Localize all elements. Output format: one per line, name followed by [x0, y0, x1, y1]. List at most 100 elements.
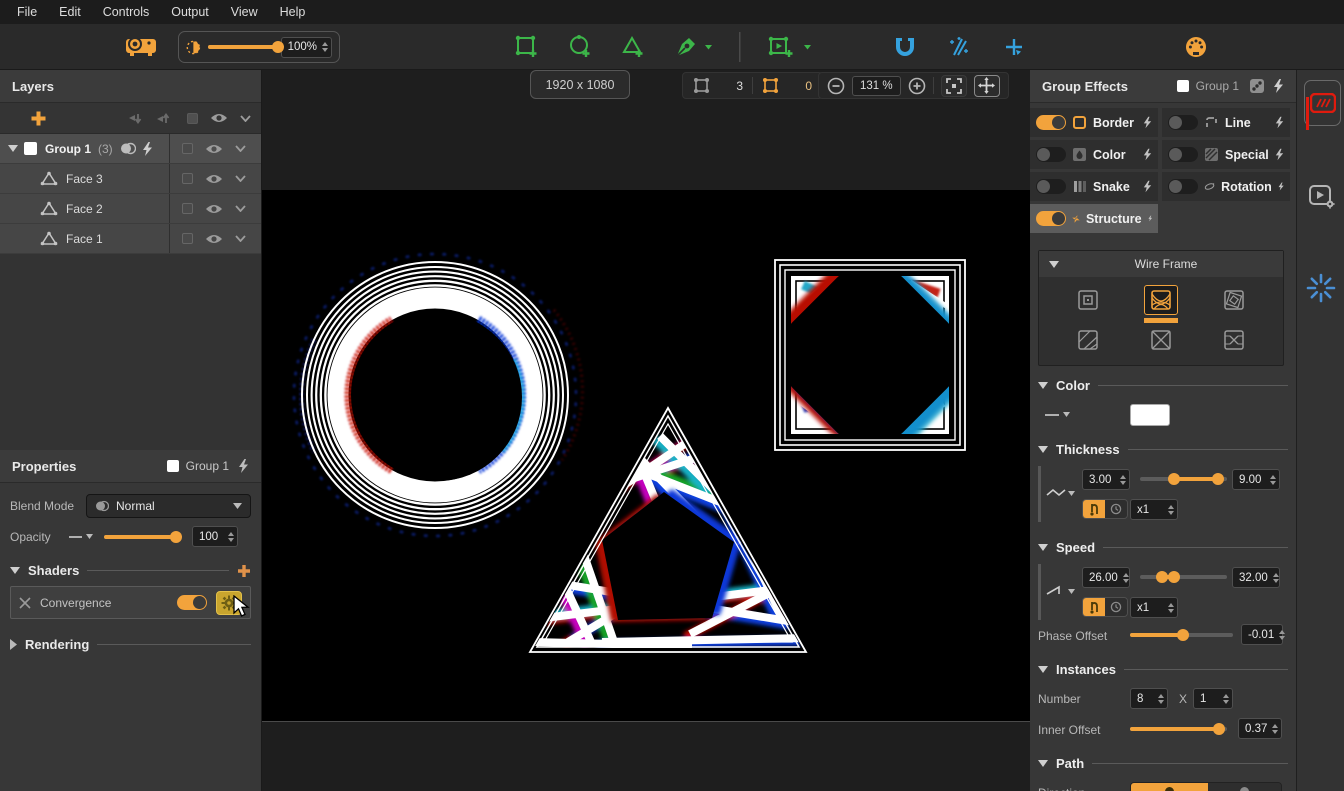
inner-offset-slider[interactable]: [1130, 722, 1227, 736]
layer-row-face1[interactable]: Face 1: [0, 224, 261, 254]
effect-row-snake[interactable]: Snake: [1030, 172, 1158, 201]
rotation-toggle[interactable]: [1168, 179, 1198, 194]
lightning-icon[interactable]: [1275, 116, 1284, 129]
color-section-header[interactable]: Color: [1030, 378, 1296, 393]
sync-burst-icon[interactable]: [1306, 273, 1336, 303]
special-toggle[interactable]: [1168, 147, 1198, 162]
layer-row-face3[interactable]: Face 3: [0, 164, 261, 194]
effect-row-color[interactable]: Color: [1030, 140, 1158, 169]
visibility-eye-icon[interactable]: [205, 203, 223, 215]
remove-shader-icon[interactable]: [19, 597, 31, 609]
brightness-slider[interactable]: [208, 40, 274, 54]
effect-row-rotation[interactable]: Rotation: [1162, 172, 1290, 201]
layer-select-checkbox[interactable]: [182, 143, 193, 154]
thickness-manual-button[interactable]: [1083, 500, 1105, 518]
fit-view-button[interactable]: [941, 75, 967, 97]
live-output-tab[interactable]: [1304, 80, 1341, 126]
instances-section-header[interactable]: Instances: [1030, 662, 1296, 677]
instances-number-value[interactable]: 8: [1130, 688, 1168, 709]
randomize-dice-icon[interactable]: [1249, 78, 1265, 94]
crosshair-icon[interactable]: [1004, 37, 1024, 57]
move-layer-down-icon[interactable]: [127, 111, 145, 126]
menu-file[interactable]: File: [6, 1, 48, 23]
layer-row-face2[interactable]: Face 2: [0, 194, 261, 224]
shader-toggle[interactable]: [177, 595, 207, 610]
brightness-value[interactable]: 100%: [281, 37, 332, 58]
snake-toggle[interactable]: [1036, 179, 1066, 194]
add-shader-button[interactable]: [237, 564, 251, 578]
lightning-icon[interactable]: [1143, 180, 1152, 193]
menu-controls[interactable]: Controls: [92, 1, 161, 23]
solo-checkbox[interactable]: [187, 113, 198, 124]
wireframe-header[interactable]: Wire Frame: [1039, 251, 1283, 277]
border-toggle[interactable]: [1036, 115, 1066, 130]
effect-row-line[interactable]: Line: [1162, 108, 1290, 137]
direction-segmented-control[interactable]: [1130, 782, 1282, 791]
menu-output[interactable]: Output: [160, 1, 220, 23]
rendering-section-header[interactable]: Rendering: [0, 637, 261, 652]
thickness-section-header[interactable]: Thickness: [1030, 442, 1296, 457]
thickness-range-slider[interactable]: [1140, 472, 1227, 486]
projector-button[interactable]: [124, 24, 158, 70]
midi-button[interactable]: [1184, 24, 1208, 70]
layer-select-checkbox[interactable]: [182, 173, 193, 184]
lightning-icon[interactable]: [238, 459, 249, 473]
speed-clock-button[interactable]: [1105, 598, 1127, 616]
path-section-header[interactable]: Path: [1030, 756, 1296, 771]
effect-row-structure[interactable]: Structure: [1030, 204, 1158, 233]
shader-row-convergence[interactable]: Convergence: [10, 586, 251, 619]
effect-row-special[interactable]: Special: [1162, 140, 1290, 169]
menu-view[interactable]: View: [220, 1, 269, 23]
phase-offset-slider[interactable]: [1130, 628, 1233, 642]
layer-row-group[interactable]: Group 1 (3): [0, 134, 261, 164]
add-quad-tool-icon[interactable]: [514, 34, 541, 61]
calibration-tools-icon[interactable]: [948, 35, 972, 59]
structure-toggle[interactable]: [1036, 211, 1066, 226]
preview-canvas[interactable]: [262, 190, 1030, 722]
speed-min-value[interactable]: 26.00: [1082, 567, 1130, 588]
lightning-icon[interactable]: [1273, 79, 1284, 93]
chevron-down-icon[interactable]: [235, 205, 246, 212]
lightning-icon[interactable]: [142, 142, 153, 156]
wireframe-cross-button[interactable]: [1144, 325, 1178, 355]
lightning-icon[interactable]: [1143, 148, 1152, 161]
thickness-multiplier[interactable]: x1: [1130, 499, 1178, 520]
wireframe-hammock-button[interactable]: [1144, 285, 1178, 315]
color-swatch[interactable]: [1130, 404, 1170, 426]
pen-tool[interactable]: [673, 34, 713, 60]
chevron-down-icon[interactable]: [235, 175, 246, 182]
lightning-icon[interactable]: [1278, 180, 1284, 193]
chevron-down-icon[interactable]: [240, 115, 251, 122]
group-color-swatch[interactable]: [24, 142, 37, 155]
opacity-value[interactable]: 100: [192, 526, 238, 547]
inner-offset-value[interactable]: 0.37: [1238, 718, 1282, 739]
blend-mode-select[interactable]: Normal: [86, 494, 251, 518]
expand-chevron-icon[interactable]: [8, 145, 18, 152]
speed-section-header[interactable]: Speed: [1030, 540, 1296, 555]
move-layer-up-icon[interactable]: [155, 111, 173, 126]
magnet-icon[interactable]: [894, 36, 916, 58]
speed-max-value[interactable]: 32.00: [1232, 567, 1280, 588]
zoom-value[interactable]: 131 %: [852, 76, 901, 96]
zoom-in-button[interactable]: [908, 77, 926, 95]
thickness-min-value[interactable]: 3.00: [1082, 469, 1130, 490]
menu-help[interactable]: Help: [269, 1, 317, 23]
line-toggle[interactable]: [1168, 115, 1198, 130]
speed-curve-dropdown[interactable]: [1046, 584, 1076, 598]
color-mode-dropdown[interactable]: [1044, 410, 1072, 420]
thickness-clock-button[interactable]: [1105, 500, 1127, 518]
lightning-icon[interactable]: [1275, 148, 1284, 161]
layer-select-checkbox[interactable]: [182, 233, 193, 244]
player-settings-icon[interactable]: [1308, 183, 1336, 211]
chevron-down-icon[interactable]: [235, 145, 246, 152]
visibility-eye-icon[interactable]: [205, 143, 223, 155]
zoom-out-button[interactable]: [827, 77, 845, 95]
wireframe-rotated-squares-button[interactable]: [1217, 285, 1251, 315]
add-triangle-tool-icon[interactable]: [620, 34, 647, 61]
curve-type-dropdown[interactable]: [68, 532, 94, 542]
lightning-icon[interactable]: [1143, 116, 1152, 129]
direction-option-right[interactable]: [1208, 783, 1281, 791]
chevron-down-icon[interactable]: [235, 235, 246, 242]
instances-number2-value[interactable]: 1: [1193, 688, 1233, 709]
direction-option-left[interactable]: [1131, 783, 1208, 791]
